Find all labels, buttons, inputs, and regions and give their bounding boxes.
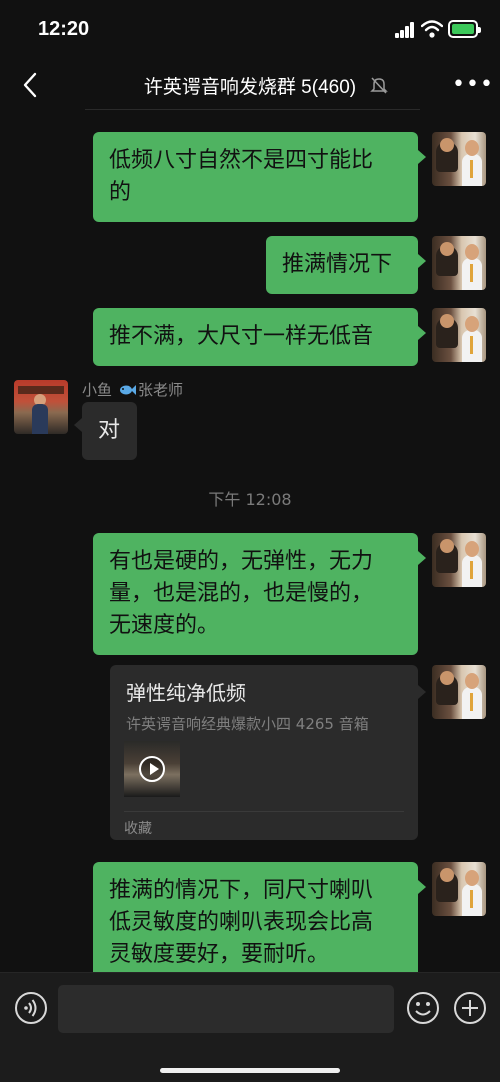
battery-icon — [448, 20, 481, 38]
video-thumbnail[interactable] — [124, 741, 180, 797]
avatar-sender[interactable] — [14, 380, 68, 434]
card-title: 弹性纯净低频 — [126, 681, 246, 705]
avatar-self[interactable] — [432, 533, 486, 587]
message-line: 量，也是混的，也是慢的， — [109, 581, 374, 606]
card-subtitle: 许英谔音响经典爆款小四 4265 音箱 — [126, 715, 369, 733]
cellular-signal-icon — [395, 22, 415, 38]
message-line: 推不满，大尺寸一样无低音 — [109, 324, 374, 349]
sender-remark: 张老师 — [138, 381, 184, 399]
message-line: 无速度的。 — [109, 613, 220, 638]
avatar-self[interactable] — [432, 665, 486, 719]
message-line: 推满情况下 — [282, 252, 393, 277]
message-line: 对 — [98, 418, 121, 443]
chat-area[interactable]: 低频八寸自然不是四寸能比 的 推满情况下 推不满，大尺寸一样无低音 小鱼 张老师 … — [0, 110, 500, 984]
avatar-self[interactable] — [432, 132, 486, 186]
message-input[interactable] — [58, 985, 394, 1033]
message-bubble-outgoing[interactable]: 推满情况下 — [266, 236, 418, 294]
message-line: 低频八寸自然不是四寸能比 — [109, 148, 374, 173]
shared-video-card[interactable]: 弹性纯净低频 许英谔音响经典爆款小四 4265 音箱 收藏 — [110, 665, 418, 840]
message-bubble-outgoing[interactable]: 推满的情况下，同尺寸喇叭 低灵敏度的喇叭表现会比高 灵敏度要好，要耐听。 — [93, 862, 418, 984]
message-bubble-incoming[interactable]: 对 — [82, 402, 137, 460]
sender-name-row: 小鱼 张老师 — [82, 379, 183, 400]
emoji-icon[interactable] — [406, 991, 440, 1025]
card-footer: 收藏 — [124, 821, 152, 837]
avatar-self[interactable] — [432, 308, 486, 362]
input-bar — [0, 972, 500, 1082]
chat-title: 许英谔音响发烧群 5(460) — [143, 77, 357, 98]
status-bar: 12:20 — [0, 0, 500, 60]
mute-bell-icon — [370, 77, 388, 94]
fish-icon — [120, 385, 137, 395]
back-arrow-icon[interactable] — [16, 70, 46, 100]
message-line: 有也是硬的，无弹性，无力 — [109, 549, 374, 574]
message-line: 低灵敏度的喇叭表现会比高 — [109, 910, 374, 935]
more-icon[interactable]: ••• — [452, 72, 493, 98]
card-divider — [124, 811, 404, 812]
avatar-self[interactable] — [432, 862, 486, 916]
message-line: 推满的情况下，同尺寸喇叭 — [109, 878, 374, 903]
plus-icon[interactable] — [453, 991, 487, 1025]
message-bubble-outgoing[interactable]: 推不满，大尺寸一样无低音 — [93, 308, 418, 366]
wifi-icon — [421, 20, 443, 38]
message-line: 灵敏度要好，要耐听。 — [109, 942, 330, 967]
message-line: 的 — [109, 180, 132, 205]
timestamp-divider: 下午 12:08 — [208, 490, 292, 509]
message-bubble-outgoing[interactable]: 有也是硬的，无弹性，无力 量，也是混的，也是慢的， 无速度的。 — [93, 533, 418, 655]
chat-header: 许英谔音响发烧群 5(460) ••• — [0, 60, 500, 110]
home-indicator — [160, 1068, 340, 1073]
voice-icon[interactable] — [14, 991, 48, 1025]
sender-nickname: 小鱼 — [82, 381, 113, 399]
status-time: 12:20 — [38, 18, 90, 40]
play-icon[interactable] — [139, 756, 165, 782]
avatar-self[interactable] — [432, 236, 486, 290]
message-bubble-outgoing[interactable]: 低频八寸自然不是四寸能比 的 — [93, 132, 418, 222]
